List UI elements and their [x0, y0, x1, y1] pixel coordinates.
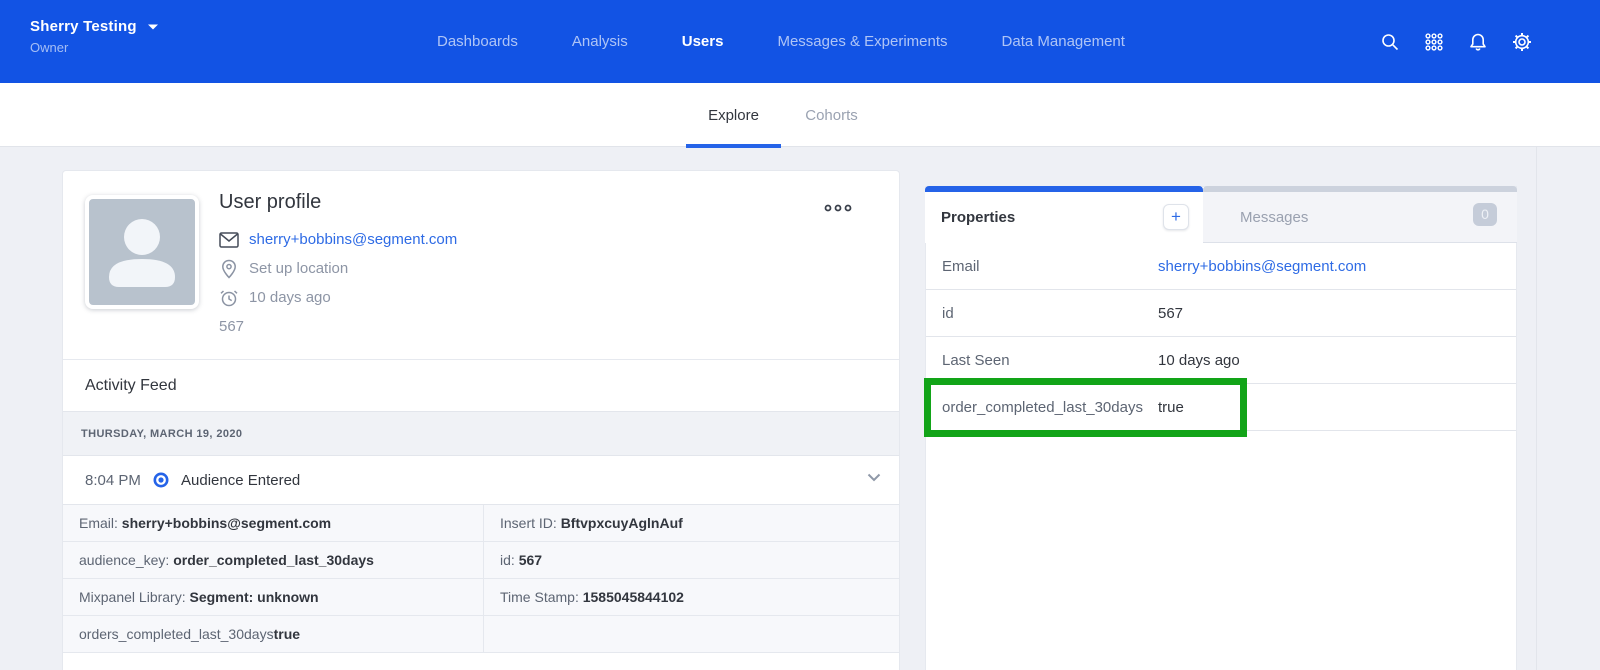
property-value: 567 — [1158, 305, 1183, 322]
detail-cell: audience_key: order_completed_last_30day… — [63, 542, 484, 578]
property-row: id 567 — [926, 290, 1516, 337]
detail-cell: id: 567 — [484, 542, 899, 578]
tab-messages-label: Messages — [1240, 209, 1308, 226]
nav-item-messages-experiments[interactable]: Messages & Experiments — [777, 33, 947, 50]
detail-cell — [484, 616, 899, 652]
settings-icon[interactable] — [1512, 32, 1532, 52]
tab-cohorts[interactable]: Cohorts — [803, 83, 860, 147]
profile-location-text[interactable]: Set up location — [249, 260, 348, 277]
property-value-email-link[interactable]: sherry+bobbins@segment.com — [1158, 258, 1366, 275]
profile-email-row: sherry+bobbins@segment.com — [219, 225, 457, 254]
nav-item-dashboards[interactable]: Dashboards — [437, 33, 518, 50]
caret-down-icon — [147, 23, 159, 31]
property-row-highlighted: order_completed_last_30days true — [926, 384, 1516, 431]
section-tabs: Explore Cohorts — [0, 83, 1600, 147]
top-navbar: Sherry Testing Owner Dashboards Analysis… — [0, 0, 1600, 83]
page: Sherry Testing Owner Dashboards Analysis… — [0, 0, 1600, 670]
notifications-icon[interactable] — [1468, 32, 1488, 52]
profile-lastseen-text: 10 days ago — [249, 289, 331, 306]
profile-title: User profile — [219, 191, 457, 214]
detail-cell: orders_completed_last_30daystrue — [63, 616, 484, 652]
location-pin-icon — [219, 259, 239, 279]
properties-rows: Email sherry+bobbins@segment.com id 567 … — [926, 243, 1516, 431]
event-time: 8:04 PM — [85, 472, 153, 489]
more-options-button[interactable] — [819, 199, 857, 217]
event-dot-icon — [153, 472, 169, 488]
project-name[interactable]: Sherry Testing — [30, 18, 137, 35]
detail-cell: Mixpanel Library: Segment: unknown — [63, 579, 484, 615]
property-key: order_completed_last_30days — [926, 399, 1158, 416]
tab-properties[interactable]: Properties + — [925, 186, 1203, 243]
property-row: Last Seen 10 days ago — [926, 337, 1516, 384]
content-edge-divider — [1536, 147, 1537, 670]
apps-grid-icon[interactable] — [1424, 32, 1444, 52]
property-key: Email — [926, 258, 1158, 275]
project-switcher[interactable]: Sherry Testing Owner — [30, 18, 159, 55]
tab-messages[interactable]: Messages 0 — [1203, 186, 1517, 243]
nav-item-data-management[interactable]: Data Management — [1002, 33, 1125, 50]
nav-item-users[interactable]: Users — [682, 33, 724, 50]
alarm-clock-icon — [219, 288, 239, 308]
profile-header: User profile sherry+bobbins@segment.com — [63, 171, 899, 359]
event-details-table: Email: sherry+bobbins@segment.com Insert… — [63, 504, 899, 653]
user-profile-card: User profile sherry+bobbins@segment.com — [62, 170, 900, 670]
user-role: Owner — [30, 40, 159, 55]
messages-count-badge: 0 — [1473, 203, 1497, 226]
property-row: Email sherry+bobbins@segment.com — [926, 243, 1516, 290]
search-icon[interactable] — [1380, 32, 1400, 52]
properties-tabs: Properties + Messages 0 — [925, 186, 1517, 243]
properties-card: Properties + Messages 0 Email sherry+bob… — [925, 186, 1517, 670]
table-row: Mixpanel Library: Segment: unknown Time … — [63, 579, 899, 616]
detail-cell: Insert ID: BftvpxcuyAglnAuf — [484, 505, 899, 541]
header-icons — [1380, 0, 1532, 83]
property-key: Last Seen — [926, 352, 1158, 369]
property-value: 10 days ago — [1158, 352, 1240, 369]
detail-cell: Time Stamp: 1585045844102 — [484, 579, 899, 615]
activity-event-row[interactable]: 8:04 PM Audience Entered — [63, 456, 899, 504]
email-icon — [219, 232, 239, 248]
tab-explore[interactable]: Explore — [686, 83, 781, 147]
add-property-button[interactable]: + — [1163, 204, 1189, 230]
property-key: id — [926, 305, 1158, 322]
activity-feed-date-header: THURSDAY, MARCH 19, 2020 — [63, 411, 899, 456]
activity-feed-title: Activity Feed — [63, 359, 899, 411]
profile-user-id: 567 — [219, 312, 457, 341]
avatar — [85, 195, 199, 309]
table-row: orders_completed_last_30daystrue — [63, 616, 899, 653]
table-row: Email: sherry+bobbins@segment.com Insert… — [63, 505, 899, 542]
property-value: true — [1158, 399, 1184, 416]
table-row: audience_key: order_completed_last_30day… — [63, 542, 899, 579]
profile-location-row: Set up location — [219, 254, 457, 283]
nav-item-analysis[interactable]: Analysis — [572, 33, 628, 50]
event-name: Audience Entered — [181, 472, 300, 489]
profile-email-link[interactable]: sherry+bobbins@segment.com — [249, 231, 457, 248]
main-nav: Dashboards Analysis Users Messages & Exp… — [437, 0, 1125, 83]
profile-lastseen-row: 10 days ago — [219, 283, 457, 312]
chevron-down-icon[interactable] — [867, 473, 881, 482]
tab-properties-label: Properties — [941, 209, 1015, 226]
detail-cell: Email: sherry+bobbins@segment.com — [63, 505, 484, 541]
